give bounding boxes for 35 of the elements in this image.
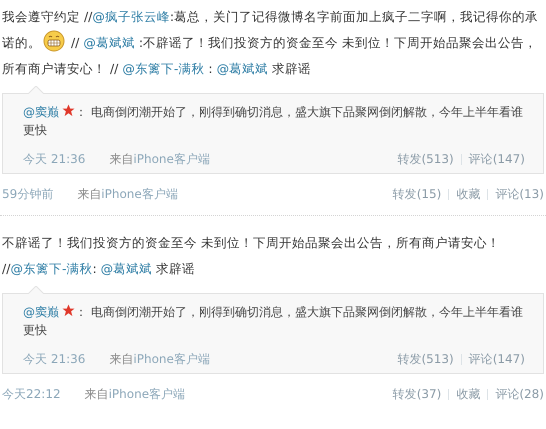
timestamp-link[interactable]: 今天 21:36 [23,351,86,368]
source-text: 来自 iPhone客户端 [77,186,178,203]
source-link[interactable]: iPhone客户端 [101,187,178,201]
timestamp-link[interactable]: 今天22:12 [2,386,61,403]
author-link[interactable]: @窦巅 [23,305,59,319]
action-link[interactable]: 转发(15) [392,186,442,203]
source-link[interactable]: iPhone客户端 [108,387,186,401]
post-text: 我会遵守约定 //@疯子张云峰:葛总，关门了记得微博名字前面加上疯子二字啊，我记得你的承诺的。 // @葛斌斌 :不辟谣了！我们投资方的资金至今 未到位！下周开始品聚会出公告，所有商户请安心！ // @东篱下-满秋 : @葛斌斌 求辟谣 [2,8,540,78]
source-text: 来自 iPhone客户端 [109,151,210,168]
quote-text: @窦巅 ： 电商倒闭潮开始了，刚得到确切消息，盛大旗下品聚网倒闭解散，今年上半年看谁更快 [23,303,524,339]
action-link[interactable]: 转发(37) [392,386,442,403]
mention-link[interactable]: @疯子张云峰 [92,9,170,24]
post-text: 不辟谣了！我们投资方的资金至今 未到位！下周开始品聚会出公告，所有商户请安心！ //@东篱下-满秋: @葛斌斌 求辟谣 [2,234,501,278]
source-link[interactable]: iPhone客户端 [133,352,210,366]
source-text: 来自 iPhone客户端 [109,351,210,368]
mention-link[interactable]: @东篱下-满秋 [10,261,92,276]
action-link[interactable]: 评论(147) [468,151,525,168]
quote-text: @窦巅 ： 电商倒闭潮开始了，刚得到确切消息，盛大旗下品聚网倒闭解散，今年上半年看谁更快 [23,103,524,139]
timestamp-link[interactable]: 今天 21:36 [23,151,86,168]
action-link[interactable]: 评论(13) [495,186,544,203]
action-link[interactable]: 评论(147) [468,351,525,368]
source-link[interactable]: iPhone客户端 [133,152,210,166]
action-link[interactable]: 转发(513) [397,351,454,368]
action-link[interactable]: 评论(28) [495,386,544,403]
mention-link[interactable]: @葛斌斌 [100,261,152,276]
source-text: 来自 iPhone客户端 [84,386,186,403]
action-link[interactable]: 收藏 [456,186,480,203]
action-link[interactable]: 转发(513) [397,151,454,168]
author-link[interactable]: @窦巅 [23,105,59,119]
mention-link[interactable]: @葛斌斌 [216,61,268,76]
mention-link[interactable]: @东篱下-满秋 [122,61,204,76]
grin-emoji-icon [43,30,65,52]
timestamp-link[interactable]: 59分钟前 [2,186,54,203]
mention-link[interactable]: @葛斌斌 [83,35,135,50]
action-link[interactable]: 收藏 [456,386,480,403]
